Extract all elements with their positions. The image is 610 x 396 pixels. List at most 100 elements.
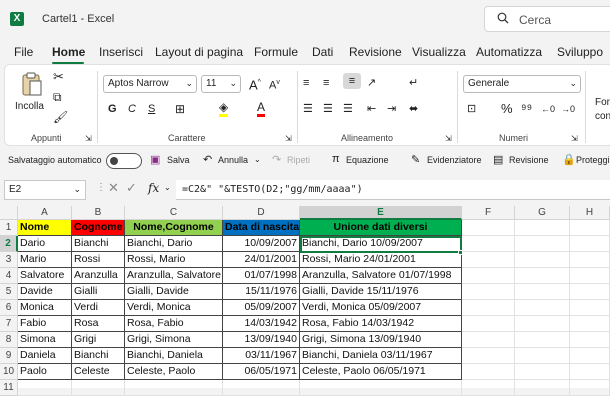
- empty-cell[interactable]: [462, 364, 515, 380]
- empty-cell[interactable]: [515, 236, 570, 252]
- empty-cell[interactable]: [462, 348, 515, 364]
- tab-page-layout[interactable]: Layout di pagina: [155, 45, 243, 59]
- equation-icon[interactable]: π: [332, 153, 340, 165]
- equation-button[interactable]: Equazione: [346, 155, 389, 165]
- empty-cell[interactable]: [515, 300, 570, 316]
- chevron-down-icon[interactable]: ⌄: [254, 155, 261, 164]
- formula-input[interactable]: =C2&" "&TESTO(D2;"gg/mm/aaaa"): [176, 180, 610, 200]
- row-header-6[interactable]: 6: [0, 300, 18, 316]
- table-cell[interactable]: Rossi: [72, 252, 125, 268]
- row-header-2[interactable]: 2: [0, 236, 18, 252]
- column-header-b[interactable]: B: [72, 206, 125, 220]
- table-cell[interactable]: Paolo: [18, 364, 72, 380]
- row-header-4[interactable]: 4: [0, 268, 18, 284]
- table-cell[interactable]: Dario: [18, 236, 72, 252]
- number-format-select[interactable]: Generale ⌄: [463, 75, 581, 93]
- header-cell[interactable]: Nome: [18, 220, 72, 236]
- empty-cell[interactable]: [462, 236, 515, 252]
- cancel-icon[interactable]: ✕: [108, 180, 119, 196]
- align-bottom-icon[interactable]: ≡: [343, 73, 361, 89]
- decrease-font-icon[interactable]: Av: [269, 75, 280, 94]
- enter-icon[interactable]: ✓: [126, 180, 137, 196]
- highlighter-icon[interactable]: ✎: [411, 153, 420, 166]
- column-header-e[interactable]: E: [300, 206, 462, 220]
- empty-cell[interactable]: [570, 300, 610, 316]
- empty-cell[interactable]: [515, 220, 570, 236]
- table-cell[interactable]: Aranzulla, Salvatore 01/07/1998: [300, 268, 462, 284]
- align-left-icon[interactable]: ☰: [303, 101, 313, 117]
- table-cell[interactable]: Bianchi, Daniela 03/11/1967: [300, 348, 462, 364]
- underline-button[interactable]: S: [148, 101, 155, 117]
- empty-cell[interactable]: [570, 236, 610, 252]
- number-launcher-icon[interactable]: ⇲: [571, 131, 578, 147]
- table-cell[interactable]: Gialli, Davide 15/11/1976: [300, 284, 462, 300]
- table-cell[interactable]: Verdi: [72, 300, 125, 316]
- search-box[interactable]: Cerca: [484, 6, 610, 32]
- more-options-icon[interactable]: ⋮: [96, 182, 106, 193]
- tab-automate[interactable]: Automatizza: [476, 45, 542, 59]
- name-box[interactable]: E2 ⌄: [4, 180, 86, 200]
- tab-data[interactable]: Dati: [312, 45, 333, 59]
- empty-cell[interactable]: [462, 316, 515, 332]
- header-cell[interactable]: Nome,Cognome: [125, 220, 223, 236]
- table-cell[interactable]: Mario: [18, 252, 72, 268]
- empty-cell[interactable]: [570, 316, 610, 332]
- align-center-icon[interactable]: ☰: [323, 101, 333, 117]
- borders-icon[interactable]: ⊞: [175, 101, 185, 117]
- undo-icon[interactable]: ↶: [203, 153, 212, 166]
- empty-cell[interactable]: [125, 380, 223, 396]
- empty-cell[interactable]: [515, 364, 570, 380]
- row-header-9[interactable]: 9: [0, 348, 18, 364]
- column-header-a[interactable]: A: [18, 206, 72, 220]
- table-cell[interactable]: Rosa, Fabio: [125, 316, 223, 332]
- column-header-f[interactable]: F: [462, 206, 515, 220]
- protect-icon[interactable]: 🔒: [562, 153, 576, 166]
- empty-cell[interactable]: [515, 316, 570, 332]
- fill-handle[interactable]: [458, 250, 463, 255]
- align-middle-icon[interactable]: ≡: [323, 75, 329, 91]
- table-cell[interactable]: 13/09/1940: [223, 332, 300, 348]
- insert-function-icon[interactable]: fx: [148, 181, 159, 195]
- table-cell[interactable]: Aranzulla, Salvatore: [125, 268, 223, 284]
- empty-cell[interactable]: [223, 380, 300, 396]
- empty-cell[interactable]: [515, 252, 570, 268]
- empty-cell[interactable]: [570, 284, 610, 300]
- empty-cell[interactable]: [462, 284, 515, 300]
- redo-button[interactable]: Ripeti: [287, 155, 310, 165]
- copy-icon[interactable]: ⧉: [53, 89, 62, 105]
- table-cell[interactable]: Gialli: [72, 284, 125, 300]
- table-cell[interactable]: 06/05/1971: [223, 364, 300, 380]
- alignment-launcher-icon[interactable]: ⇲: [445, 131, 452, 147]
- empty-cell[interactable]: [570, 252, 610, 268]
- table-cell[interactable]: Celeste, Paolo 06/05/1971: [300, 364, 462, 380]
- redo-icon[interactable]: ↷: [272, 153, 281, 166]
- decrease-indent-icon[interactable]: ⇤: [367, 101, 376, 117]
- increase-indent-icon[interactable]: ⇥: [387, 101, 396, 117]
- table-cell[interactable]: 14/03/1942: [223, 316, 300, 332]
- empty-cell[interactable]: [570, 332, 610, 348]
- table-cell[interactable]: Fabio: [18, 316, 72, 332]
- chevron-down-icon[interactable]: ⌄: [164, 183, 171, 192]
- save-button[interactable]: Salva: [167, 155, 190, 165]
- row-header-7[interactable]: 7: [0, 316, 18, 332]
- table-cell[interactable]: Salvatore: [18, 268, 72, 284]
- empty-cell[interactable]: [515, 348, 570, 364]
- table-cell[interactable]: Verdi, Monica: [125, 300, 223, 316]
- header-cell[interactable]: Unione dati diversi: [300, 220, 462, 236]
- table-cell[interactable]: Rosa, Fabio 14/03/1942: [300, 316, 462, 332]
- align-top-icon[interactable]: ≡: [303, 75, 309, 91]
- italic-button[interactable]: C: [128, 101, 136, 117]
- table-cell[interactable]: Aranzulla: [72, 268, 125, 284]
- align-right-icon[interactable]: ☰: [343, 101, 353, 117]
- font-launcher-icon[interactable]: ⇲: [285, 131, 292, 147]
- increase-decimal-icon[interactable]: ←0: [541, 101, 555, 117]
- row-header-10[interactable]: 10: [0, 364, 18, 380]
- table-cell[interactable]: 24/01/2001: [223, 252, 300, 268]
- table-cell[interactable]: 05/09/2007: [223, 300, 300, 316]
- fill-color-icon[interactable]: ◈: [219, 101, 229, 117]
- column-header-d[interactable]: D: [223, 206, 300, 220]
- empty-cell[interactable]: [570, 348, 610, 364]
- table-cell[interactable]: Rossi, Mario 24/01/2001: [300, 252, 462, 268]
- bold-button[interactable]: G: [108, 101, 117, 117]
- empty-cell[interactable]: [462, 380, 515, 396]
